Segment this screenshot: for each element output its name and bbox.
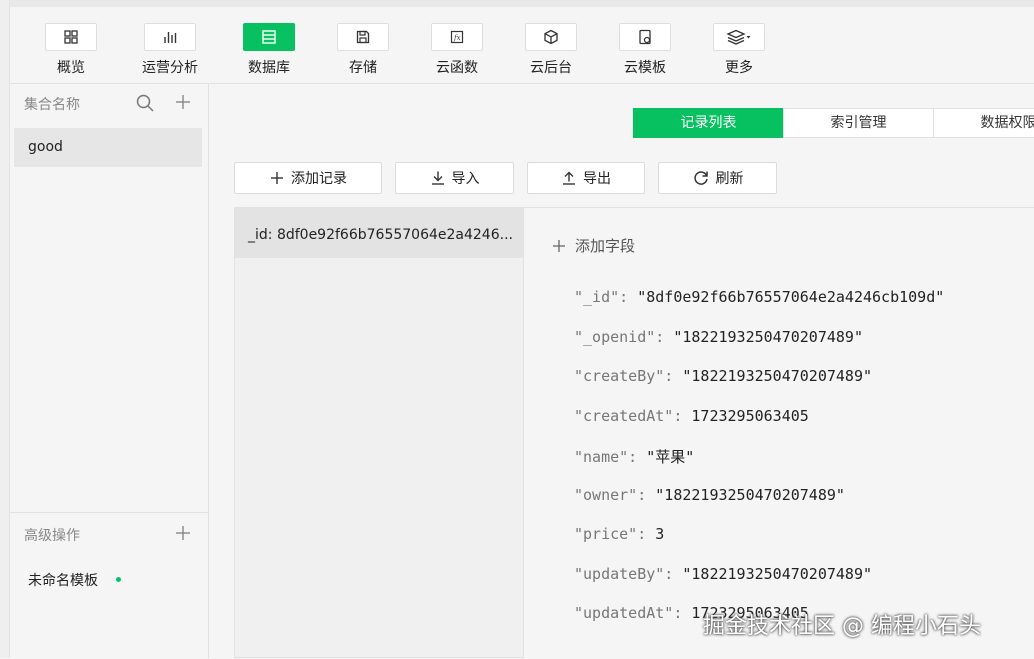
window-top-frame bbox=[0, 0, 1034, 7]
grid-icon bbox=[45, 23, 97, 51]
tool-label: 更多 bbox=[725, 60, 753, 76]
watermark: 掘金技术社区 @ 编程小石头 bbox=[703, 614, 981, 639]
field-row[interactable]: "owner": "1822193250470207489" bbox=[574, 486, 845, 504]
collection-header: 集合名称 bbox=[24, 97, 80, 113]
field-row[interactable]: "_id": "8df0e92f66b76557064e2a4246cb109d… bbox=[574, 288, 944, 306]
field-key: "owner": bbox=[574, 486, 656, 504]
tool-label: 运营分析 bbox=[142, 60, 198, 76]
tab-data-permission[interactable]: 数据权限 bbox=[933, 108, 1034, 138]
tool-database[interactable]: 数据库 bbox=[222, 23, 316, 83]
tool-cloud-template[interactable]: 云模板 bbox=[598, 23, 692, 83]
field-key: "createdAt": bbox=[574, 407, 692, 425]
field-key: "_openid": bbox=[574, 328, 674, 346]
field-row[interactable]: "_openid": "1822193250470207489" bbox=[574, 328, 863, 346]
refresh-icon bbox=[693, 171, 708, 185]
plus-icon bbox=[271, 172, 283, 184]
tool-label: 云后台 bbox=[530, 60, 572, 76]
export-button[interactable]: 导出 bbox=[527, 162, 645, 194]
add-collection-icon[interactable] bbox=[174, 93, 192, 115]
status-dot bbox=[116, 577, 121, 582]
advanced-header: 高级操作 bbox=[24, 528, 80, 544]
svg-text:fx: fx bbox=[453, 34, 461, 42]
field-row[interactable]: "price": 3 bbox=[574, 525, 664, 543]
record-list: _id: 8df0e92f66b76557064e2a4246... bbox=[234, 207, 524, 658]
view-tabs: 记录列表 索引管理 数据权限 bbox=[633, 108, 1034, 138]
add-record-button[interactable]: 添加记录 bbox=[234, 162, 382, 194]
field-key: "createBy": bbox=[574, 367, 683, 385]
add-field-button[interactable]: 添加字段 bbox=[551, 235, 635, 256]
field-row[interactable]: "createdAt": 1723295063405 bbox=[574, 407, 809, 425]
cube-icon bbox=[525, 23, 577, 51]
field-key: "_id": bbox=[574, 288, 638, 306]
upload-icon bbox=[563, 171, 575, 185]
tool-label: 数据库 bbox=[248, 60, 290, 76]
function-icon: fx bbox=[431, 23, 483, 51]
tool-storage[interactable]: 存储 bbox=[316, 23, 410, 83]
add-record-label: 添加记录 bbox=[291, 171, 347, 187]
tool-overview[interactable]: 概览 bbox=[24, 23, 118, 83]
tool-cloud-backend[interactable]: 云后台 bbox=[504, 23, 598, 83]
layers-icon bbox=[713, 23, 765, 51]
field-key: "updateBy": bbox=[574, 565, 683, 583]
toolbar: 概览 运营分析 数据库 存储 fx 云函数 云后台 云模板 更多 bbox=[10, 7, 1034, 84]
window-left-frame bbox=[0, 0, 10, 658]
field-value: 3 bbox=[655, 525, 665, 543]
database-icon bbox=[243, 23, 295, 51]
tool-label: 存储 bbox=[349, 60, 377, 76]
import-button[interactable]: 导入 bbox=[395, 162, 514, 194]
field-value: "1822193250470207489" bbox=[682, 367, 873, 385]
field-value: 1723295063405 bbox=[691, 407, 809, 425]
tool-cloud-function[interactable]: fx 云函数 bbox=[410, 23, 504, 83]
template-item[interactable]: 未命名模板 bbox=[28, 570, 98, 590]
tool-label: 云模板 bbox=[624, 60, 666, 76]
field-value: "苹果" bbox=[646, 448, 695, 466]
tab-record-list[interactable]: 记录列表 bbox=[633, 108, 784, 138]
collections-sidebar: 集合名称 good 高级操作 未命名模板 bbox=[10, 84, 209, 658]
export-label: 导出 bbox=[583, 171, 611, 187]
sidebar-divider bbox=[10, 512, 208, 513]
tab-index-management[interactable]: 索引管理 bbox=[783, 108, 934, 138]
field-row[interactable]: "createBy": "1822193250470207489" bbox=[574, 367, 872, 385]
tool-analytics[interactable]: 运营分析 bbox=[123, 23, 217, 83]
record-item[interactable]: _id: 8df0e92f66b76557064e2a4246... bbox=[235, 208, 523, 258]
refresh-label: 刷新 bbox=[715, 171, 744, 187]
field-value: "8df0e92f66b76557064e2a4246cb109d" bbox=[637, 288, 945, 306]
field-value: "1822193250470207489" bbox=[673, 328, 863, 346]
collection-item-good[interactable]: good bbox=[14, 128, 202, 167]
add-advanced-icon[interactable] bbox=[174, 524, 192, 546]
field-key: "updatedAt": bbox=[574, 604, 692, 622]
field-value: "1822193250470207489" bbox=[655, 486, 845, 504]
refresh-button[interactable]: 刷新 bbox=[658, 162, 777, 194]
template-icon bbox=[619, 23, 671, 51]
bar-chart-icon bbox=[144, 23, 196, 51]
save-icon bbox=[337, 23, 389, 51]
tool-more[interactable]: 更多 bbox=[692, 23, 786, 83]
field-row[interactable]: "name": "苹果" bbox=[574, 446, 694, 467]
field-key: "price": bbox=[574, 525, 656, 543]
tool-label: 云函数 bbox=[436, 60, 478, 76]
record-detail: 添加字段 "_id": "8df0e92f66b76557064e2a4246c… bbox=[524, 207, 1034, 659]
import-label: 导入 bbox=[451, 171, 480, 187]
tool-label: 概览 bbox=[57, 60, 85, 76]
search-icon[interactable] bbox=[135, 93, 155, 117]
field-key: "name": bbox=[574, 448, 647, 466]
field-row[interactable]: "updateBy": "1822193250470207489" bbox=[574, 565, 872, 583]
download-icon bbox=[431, 171, 444, 185]
add-field-label: 添加字段 bbox=[575, 237, 636, 255]
field-value: "1822193250470207489" bbox=[682, 565, 873, 583]
plus-icon bbox=[553, 239, 565, 252]
